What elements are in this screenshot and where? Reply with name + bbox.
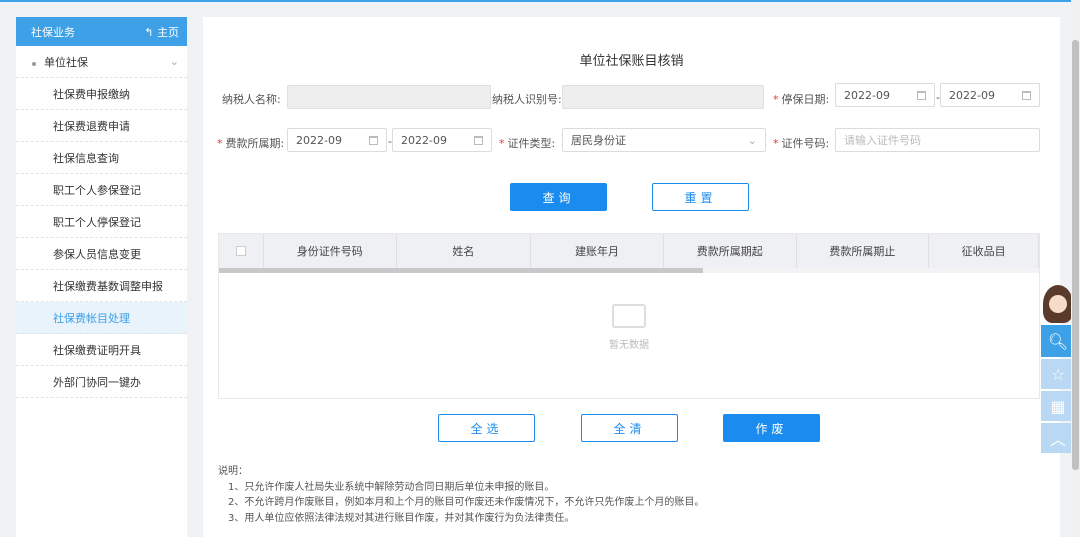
calendar-icon [917, 90, 926, 100]
select-all-checkbox[interactable] [219, 234, 264, 268]
group-label: 单位社保 [44, 55, 88, 69]
sidebar-item[interactable]: 社保费帐目处理 [16, 302, 187, 334]
column-header: 建账年月 [531, 234, 664, 268]
sidebar-item[interactable]: 社保缴费证明开具 [16, 334, 187, 366]
taxpayer-id-label: 纳税人识别号: [492, 93, 562, 106]
sidebar-item[interactable]: 社保费退费申请 [16, 110, 187, 142]
chevron-down-icon: ⌄ [169, 55, 179, 68]
column-header: 身份证件号码 [264, 234, 397, 268]
horizontal-scrollbar[interactable] [219, 268, 1039, 273]
sidebar-item[interactable]: 外部门协同一键办 [16, 366, 187, 398]
results-table: 身份证件号码 姓名 建账年月 费款所属期起 费款所属期止 征收品目 暂无数据 [218, 233, 1040, 399]
clear-all-button[interactable]: 全清 [581, 414, 678, 442]
empty-text: 暂无数据 [609, 340, 649, 351]
select-all-button[interactable]: 全选 [438, 414, 535, 442]
calculator-icon[interactable]: ▦ [1041, 391, 1075, 421]
cert-no-label: * 证件号码: [773, 137, 830, 150]
page-title: 单位社保账目核销 [579, 54, 684, 69]
cert-type-label: * 证件类型: [499, 137, 556, 150]
period-label: * 费款所属期: [217, 137, 285, 150]
column-header: 姓名 [397, 234, 532, 268]
stop-date-label: * 停保日期: [773, 93, 830, 106]
cert-type-select[interactable]: 居民身份证 ⌄ [562, 128, 766, 152]
sidebar-item[interactable]: 职工个人停保登记 [16, 206, 187, 238]
query-button[interactable]: 查询 [510, 183, 607, 211]
assistant-avatar[interactable] [1043, 285, 1073, 323]
period-start[interactable]: 2022-09 [287, 128, 387, 152]
back-arrow-icon: ↰ [144, 25, 157, 39]
sidebar-item[interactable]: 社保费申报缴纳 [16, 78, 187, 110]
column-header: 费款所属期止 [797, 234, 930, 268]
cert-no-input[interactable]: 请输入证件号码 [835, 128, 1040, 152]
stop-date-end[interactable]: 2022-09 [940, 83, 1040, 107]
period-end[interactable]: 2022-09 [392, 128, 492, 152]
empty-inbox-icon [612, 304, 646, 328]
stop-date-start[interactable]: 2022-09 [835, 83, 935, 107]
note-line: 2、不允许跨月作废账目，例如本月和上个月的账目可作废还未作废情况下，不允许只先作… [228, 497, 705, 508]
sidebar-item[interactable]: 社保缴费基数调整申报 [16, 270, 187, 302]
table-header: 身份证件号码 姓名 建账年月 费款所属期起 费款所属期止 征收品目 [219, 234, 1039, 268]
column-header: 征收品目 [929, 234, 1039, 268]
sidebar-header: 社保业务 ↰ 主页 [16, 17, 187, 46]
sidebar-item[interactable]: 职工个人参保登记 [16, 174, 187, 206]
taxpayer-name-field [287, 85, 491, 109]
reset-button[interactable]: 重置 [652, 183, 749, 211]
calendar-icon [474, 135, 483, 145]
note-line: 3、用人单位应依照法律法规对其进行账目作废，并对其作废行为负法律责任。 [228, 512, 575, 524]
star-icon[interactable]: ☆ [1041, 359, 1075, 389]
search-doc-icon[interactable]: 🔍︎ [1041, 325, 1075, 357]
sidebar-title: 社保业务 [31, 25, 75, 39]
sidebar-group-unit-social-security[interactable]: 单位社保 ⌄ [16, 46, 187, 78]
main-panel: 单位社保账目核销 纳税人名称: 纳税人识别号: * 停保日期: 2022-09 -… [203, 17, 1060, 537]
bullet-icon [32, 61, 36, 66]
void-button[interactable]: 作废 [723, 414, 820, 442]
calendar-icon [369, 135, 378, 145]
taxpayer-name-label: 纳税人名称: [222, 93, 281, 106]
vertical-scrollbar[interactable] [1071, 0, 1080, 537]
notes: 说明： 1、只允许作废人社局失业系统中解除劳动合同日期后单位未申报的账目。 2、… [218, 464, 704, 526]
notes-title: 说明： [218, 466, 248, 477]
back-to-top-icon[interactable]: ︿ [1041, 423, 1075, 453]
sidebar: 社保业务 ↰ 主页 单位社保 ⌄ 社保费申报缴纳 社保费退费申请 社保信息查询 职工个… [16, 17, 187, 537]
chevron-down-icon: ⌄ [747, 133, 757, 147]
column-header: 费款所属期起 [664, 234, 797, 268]
sidebar-item[interactable]: 社保信息查询 [16, 142, 187, 174]
taxpayer-id-field [562, 85, 764, 109]
sidebar-item[interactable]: 参保人员信息变更 [16, 238, 187, 270]
calendar-icon [1022, 90, 1031, 100]
top-accent-line [0, 0, 1080, 2]
home-label: 主页 [157, 25, 179, 39]
right-toolbar: 🔍︎ ☆ ▦ ︿ [1041, 325, 1075, 455]
note-line: 1、只允许作废人社局失业系统中解除劳动合同日期后单位未申报的账目。 [228, 481, 555, 493]
home-link[interactable]: ↰ 主页 [144, 24, 179, 40]
empty-state: 暂无数据 [219, 304, 1039, 351]
